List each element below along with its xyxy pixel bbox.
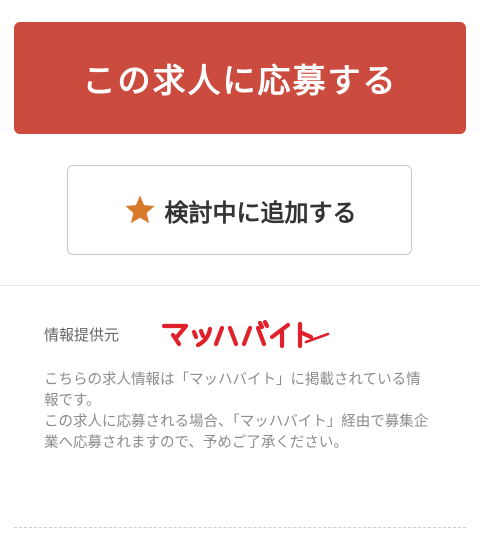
- info-source-label: 情報提供元: [44, 325, 120, 344]
- info-source-row: 情報提供元: [44, 318, 331, 350]
- apply-button-label: この求人に応募する: [82, 61, 398, 100]
- apply-button[interactable]: この求人に応募する: [14, 22, 466, 134]
- star-icon: [123, 193, 157, 227]
- machbaito-logo: [156, 318, 331, 350]
- job-actions-page: この求人に応募する 検討中に追加する 情報提供元 こちらの求人情報は「マッハバイ…: [0, 0, 480, 536]
- source-notice-text: こちらの求人情報は「マッハバイト」に掲載されている情報です。 この求人に応募され…: [44, 372, 429, 451]
- section-divider: [0, 285, 480, 286]
- add-to-consideration-button[interactable]: 検討中に追加する: [67, 165, 412, 255]
- dashed-divider: [14, 527, 466, 528]
- add-to-consideration-label: 検討中に追加する: [164, 198, 357, 227]
